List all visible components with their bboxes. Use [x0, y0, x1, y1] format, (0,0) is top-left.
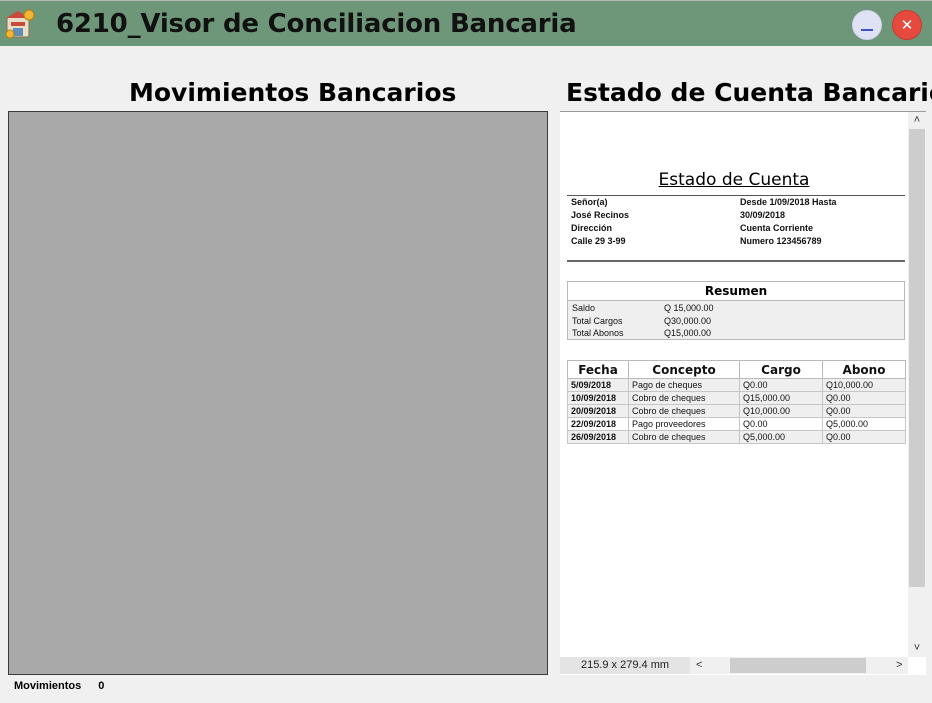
movements-grid[interactable] — [8, 111, 548, 675]
cell-date: 5/09/2018 — [567, 378, 629, 392]
column-header: Fecha — [567, 360, 629, 379]
address-label: Dirección — [571, 223, 613, 233]
scroll-up-icon[interactable]: ˄ — [908, 114, 926, 126]
period-from: Desde 1/09/2018 Hasta — [740, 197, 837, 207]
summary-label: Total Cargos — [572, 316, 623, 326]
client-info: Señor(a) José Recinos Dirección Calle 29… — [571, 196, 629, 248]
scroll-down-icon[interactable]: ˅ — [908, 642, 926, 654]
table-row: 22/09/2018 Pago proveedores Q0.00 Q5,000… — [567, 417, 906, 431]
movements-label: Movimientos — [14, 680, 82, 692]
table-row: 20/09/2018 Cobro de cheques Q10,000.00 Q… — [567, 404, 906, 418]
cell-date: 10/09/2018 — [567, 391, 629, 405]
account-number: Numero 123456789 — [740, 236, 822, 246]
divider — [567, 260, 905, 262]
window-title: 6210_Visor de Conciliacion Bancaria — [56, 9, 577, 39]
cell-date: 22/09/2018 — [567, 417, 629, 431]
movements-count: 0 — [98, 680, 105, 692]
table-header-row: Fecha Concepto Cargo Abono — [567, 360, 906, 379]
column-header: Cargo — [739, 360, 823, 379]
column-header: Abono — [822, 360, 906, 379]
scrollbar-corner — [908, 657, 926, 674]
cell-credit: Q0.00 — [822, 430, 906, 444]
cell-charge: Q15,000.00 — [739, 391, 823, 405]
summary-label: Total Abonos — [572, 328, 624, 338]
bank-store-icon — [5, 9, 35, 39]
close-icon: ✕ — [900, 15, 914, 34]
summary-value: Q30,000.00 — [664, 316, 712, 326]
cell-charge: Q0.00 — [739, 378, 823, 392]
cell-concept: Cobro de cheques — [628, 404, 740, 418]
close-button[interactable]: ✕ — [892, 10, 922, 40]
summary-value: Q15,000.00 — [664, 328, 712, 338]
client-label: Señor(a) — [571, 197, 608, 207]
summary-title: Resumen — [568, 282, 904, 301]
table-row: 10/09/2018 Cobro de cheques Q15,000.00 Q… — [567, 391, 906, 405]
movements-heading: Movimientos Bancarios — [129, 78, 457, 107]
cell-date: 26/09/2018 — [567, 430, 629, 444]
statement-heading: Estado de Cuenta Bancario — [566, 78, 932, 107]
horizontal-scroll-thumb[interactable] — [730, 658, 866, 673]
vertical-scroll-thumb[interactable] — [909, 129, 925, 587]
account-info: Desde 1/09/2018 Hasta 30/09/2018 Cuenta … — [740, 196, 837, 248]
address-value: Calle 29 3-99 — [571, 236, 626, 246]
table-row: 5/09/2018 Pago de cheques Q0.00 Q10,000.… — [567, 378, 906, 392]
cell-concept: Pago de cheques — [628, 378, 740, 392]
scroll-left-icon[interactable]: < — [696, 657, 702, 674]
cell-credit: Q0.00 — [822, 404, 906, 418]
cell-credit: Q10,000.00 — [822, 378, 906, 392]
report-viewer[interactable]: Estado de Cuenta Señor(a) José Recinos D… — [560, 111, 926, 675]
cell-credit: Q0.00 — [822, 391, 906, 405]
summary-value: Q 15,000.00 — [664, 303, 714, 313]
client-name: José Recinos — [571, 210, 630, 220]
cell-charge: Q0.00 — [739, 417, 823, 431]
table-row: 26/09/2018 Cobro de cheques Q5,000.00 Q0… — [567, 430, 906, 444]
cell-charge: Q5,000.00 — [739, 430, 823, 444]
period-to: 30/09/2018 — [740, 210, 786, 220]
minimize-button[interactable] — [852, 10, 882, 40]
cell-date: 20/09/2018 — [567, 404, 629, 418]
summary-label: Saldo — [572, 303, 596, 313]
scroll-right-icon[interactable]: > — [896, 657, 902, 674]
horizontal-scrollbar[interactable]: 215.9 x 279.4 mm < > — [560, 657, 908, 674]
title-bar: 6210_Visor de Conciliacion Bancaria ✕ — [0, 0, 932, 46]
status-bar: Movimientos 0 — [14, 680, 104, 692]
column-header: Concepto — [628, 360, 740, 379]
cell-concept: Pago proveedores — [628, 417, 740, 431]
statement-title: Estado de Cuenta — [658, 170, 810, 190]
cell-credit: Q5,000.00 — [822, 417, 906, 431]
vertical-scrollbar[interactable]: ˄ ˅ — [908, 112, 926, 658]
cell-charge: Q10,000.00 — [739, 404, 823, 418]
transactions-table: Fecha Concepto Cargo Abono 5/09/2018 Pag… — [567, 360, 906, 444]
cell-concept: Cobro de cheques — [628, 430, 740, 444]
cell-concept: Cobro de cheques — [628, 391, 740, 405]
minimize-icon — [861, 29, 873, 31]
summary-box: Resumen Saldo Q 15,000.00 Total Cargos Q… — [567, 281, 905, 340]
account-type: Cuenta Corriente — [740, 223, 814, 233]
page-size-label: 215.9 x 279.4 mm — [560, 657, 690, 674]
